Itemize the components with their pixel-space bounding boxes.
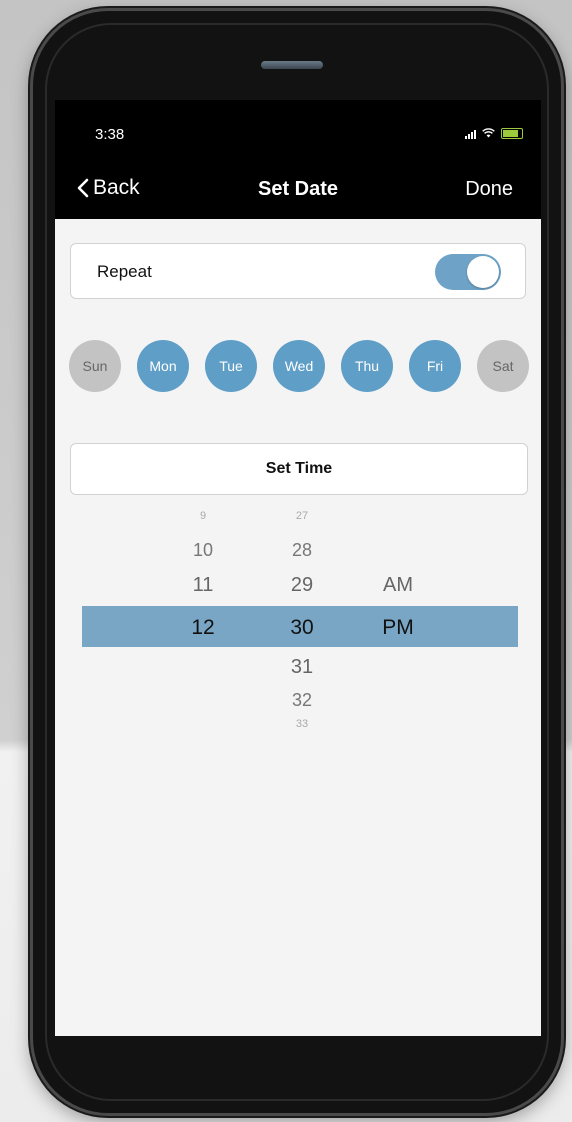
status-time: 3:38	[95, 126, 125, 143]
day-tue[interactable]: Tue	[205, 340, 257, 392]
day-sat[interactable]: Sat	[477, 340, 529, 392]
signal-icon	[465, 129, 476, 139]
status-icons	[465, 128, 523, 139]
day-sun[interactable]: Sun	[69, 340, 121, 392]
picker-minute-option[interactable]: 33	[296, 718, 308, 730]
picker-minute-option[interactable]: 28	[292, 540, 312, 561]
back-button[interactable]: Back	[77, 176, 140, 200]
toggle-knob	[467, 256, 499, 288]
picker-hour-option[interactable]: 10	[193, 540, 213, 561]
earpiece-speaker	[261, 61, 323, 69]
picker-minute-option[interactable]: 27	[296, 510, 308, 522]
time-picker[interactable]: 9 10 11 12 27 28 29 30 31 32 33 AM PM	[55, 500, 541, 760]
picker-hour-option[interactable]: 9	[200, 510, 206, 522]
day-thu[interactable]: Thu	[341, 340, 393, 392]
picker-ampm-selected[interactable]: PM	[382, 616, 414, 640]
chevron-left-icon	[77, 178, 89, 198]
repeat-toggle[interactable]	[435, 254, 501, 290]
weekday-selector: Sun Mon Tue Wed Thu Fri Sat	[69, 340, 529, 392]
repeat-row: Repeat	[70, 243, 526, 299]
picker-minute-option[interactable]: 32	[292, 690, 312, 711]
picker-hour-selected[interactable]: 12	[191, 616, 214, 640]
day-fri[interactable]: Fri	[409, 340, 461, 392]
picker-hour-option[interactable]: 11	[193, 574, 214, 597]
app-screen: 3:38 Back Set Date Done Repeat Sun Mon T…	[55, 100, 541, 1036]
picker-minute-option[interactable]: 29	[291, 574, 313, 597]
done-button[interactable]: Done	[465, 178, 513, 201]
set-time-button[interactable]: Set Time	[70, 443, 528, 495]
repeat-label: Repeat	[97, 262, 152, 281]
picker-ampm-option[interactable]: AM	[383, 574, 413, 597]
picker-minute-option[interactable]: 31	[291, 656, 313, 679]
battery-icon	[501, 128, 523, 139]
picker-minute-selected[interactable]: 30	[290, 616, 313, 640]
wifi-icon	[482, 128, 495, 139]
day-mon[interactable]: Mon	[137, 340, 189, 392]
top-bar: 3:38 Back Set Date Done	[55, 100, 541, 219]
back-label: Back	[93, 176, 140, 199]
day-wed[interactable]: Wed	[273, 340, 325, 392]
